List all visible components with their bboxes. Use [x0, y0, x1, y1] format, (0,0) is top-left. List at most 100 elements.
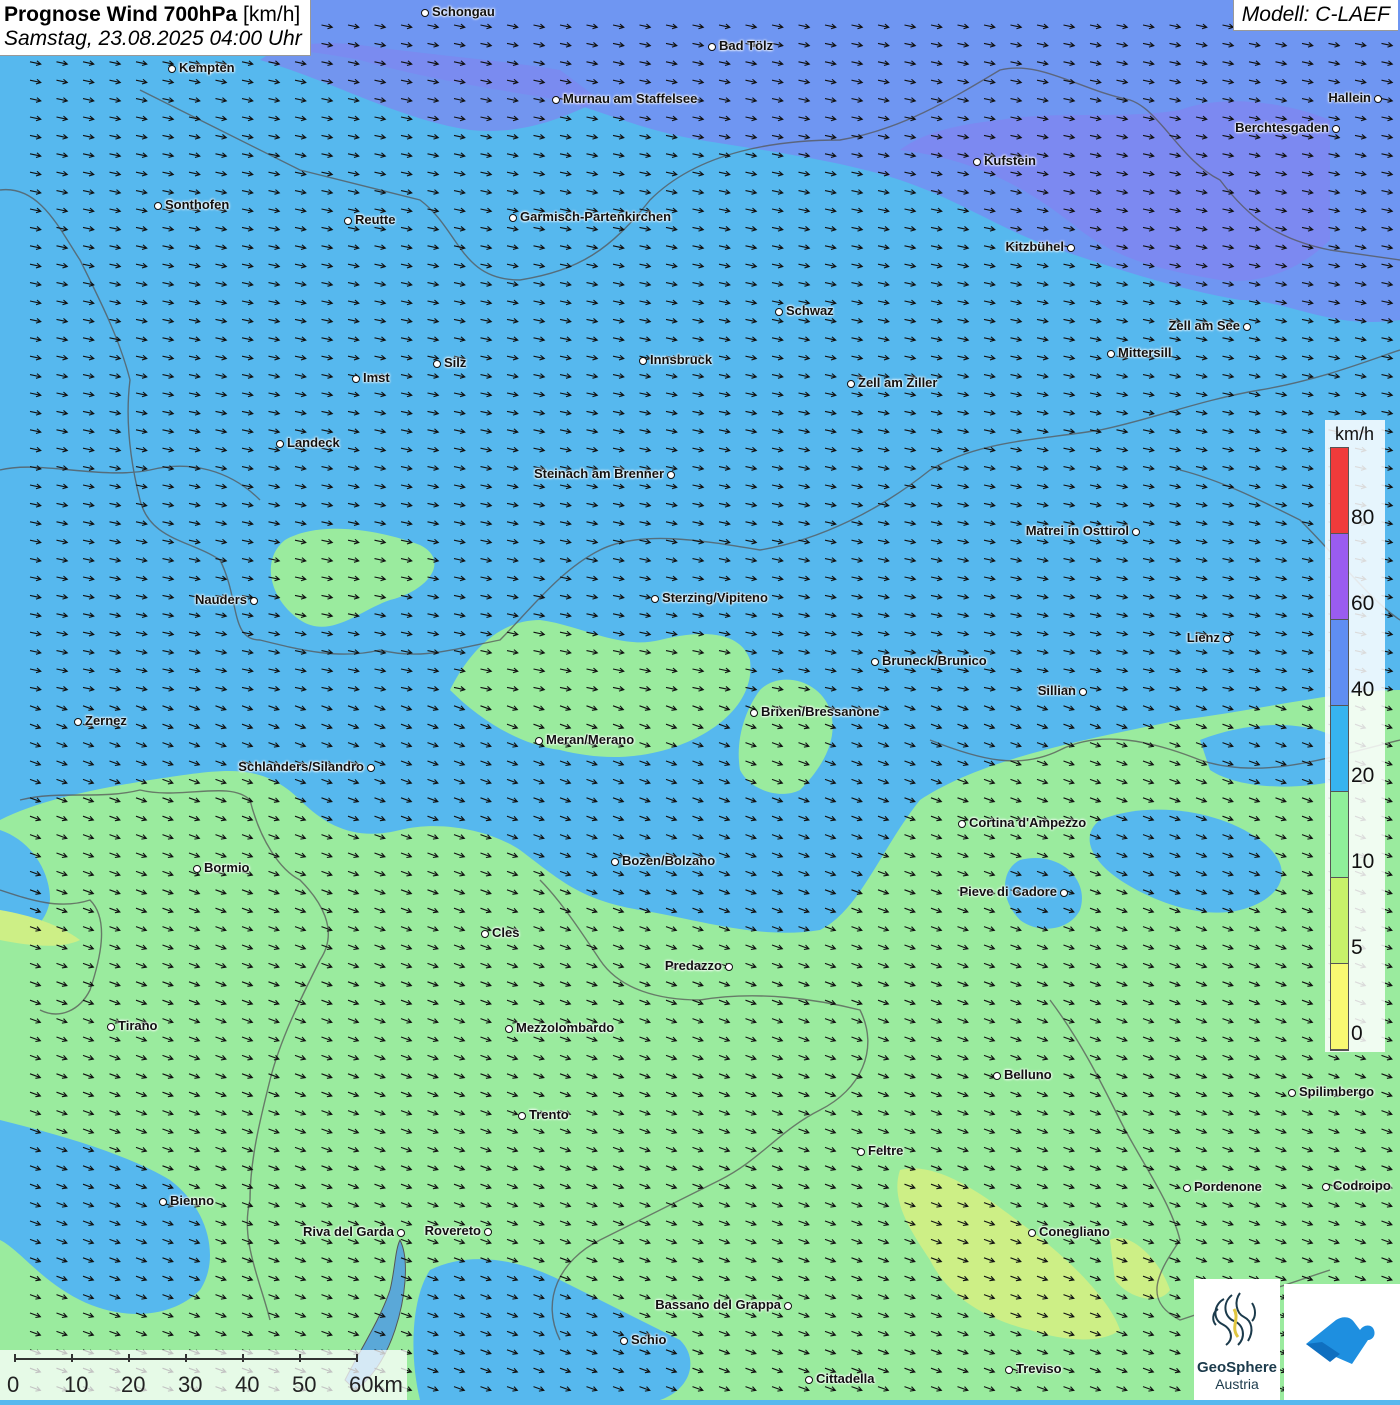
city-label: Kufstein: [984, 153, 1036, 168]
map-title: Prognose Wind 700hPa [km/h]: [4, 3, 301, 26]
city-marker: [168, 65, 176, 73]
city-label: Tirano: [118, 1018, 158, 1033]
scale-label: 40: [235, 1372, 260, 1397]
city-marker: [1183, 1184, 1191, 1192]
city-label: Riva del Garda: [302, 1224, 394, 1239]
city-marker: [421, 9, 429, 17]
city-marker: [433, 360, 441, 368]
scale-tick: [128, 1354, 130, 1362]
city-label: Steinach am Brenner: [533, 466, 664, 481]
city-marker: [276, 440, 284, 448]
city-label: Hallein: [1328, 90, 1371, 105]
city-marker: [74, 718, 82, 726]
city-marker: [750, 709, 758, 717]
legend-tick-label: 10: [1351, 850, 1375, 873]
city-label: Bad Tölz: [719, 38, 774, 53]
city-marker: [552, 96, 560, 104]
legend-segment: [1331, 620, 1348, 706]
city-label: Bozen/Bolzano: [622, 853, 716, 868]
city-label: Belluno: [1004, 1067, 1052, 1082]
city-marker: [484, 1228, 492, 1236]
scale-label: 50: [292, 1372, 317, 1397]
city-marker: [1223, 635, 1231, 643]
app-logo-icon: [1306, 1317, 1375, 1364]
city-label: Imst: [363, 370, 390, 385]
city-label: Murnau am Staffelsee: [563, 91, 698, 106]
city-marker: [1079, 688, 1087, 696]
city-marker: [159, 1198, 167, 1206]
logo-name-line1: GeoSphere: [1196, 1359, 1278, 1376]
city-label: Bormio: [204, 860, 250, 875]
map-title-box: Prognose Wind 700hPa [km/h] Samstag, 23.…: [0, 0, 311, 56]
city-label: Treviso: [1016, 1361, 1062, 1376]
city-label: Brixen/Bressanone: [761, 704, 880, 719]
city-label: Kitzbühel: [1005, 239, 1065, 254]
scale-label: 60km: [349, 1372, 403, 1397]
city-marker: [481, 930, 489, 938]
city-marker: [1028, 1229, 1036, 1237]
city-label: Berchtesgaden: [1235, 120, 1329, 135]
city-marker: [352, 375, 360, 383]
city-marker: [367, 764, 375, 772]
city-label: Pieve di Cadore: [959, 884, 1057, 899]
city-marker: [535, 737, 543, 745]
city-marker: [857, 1148, 865, 1156]
city-label: Nauders: [194, 592, 247, 607]
city-label: Conegliano: [1039, 1224, 1110, 1239]
city-label: Zell am See: [1168, 318, 1240, 333]
city-marker: [1067, 244, 1075, 252]
city-label: Sillian: [1037, 683, 1076, 698]
color-legend: km/h 80 60 40 20 10 5 0: [1325, 420, 1385, 1052]
city-label: Schwaz: [786, 303, 834, 318]
legend-segment: [1331, 964, 1348, 1050]
city-marker: [973, 158, 981, 166]
scale-label: 20: [121, 1372, 146, 1397]
scale-tick: [71, 1354, 73, 1362]
city-marker: [509, 214, 517, 222]
city-marker: [725, 963, 733, 971]
city-label: Schongau: [432, 4, 495, 19]
legend-tick-label: 80: [1351, 506, 1375, 529]
scale-tick: [14, 1354, 16, 1362]
city-marker: [1060, 889, 1068, 897]
scale-label: 30: [178, 1372, 203, 1397]
city-label: Pordenone: [1194, 1179, 1262, 1194]
city-marker: [993, 1072, 1001, 1080]
scale-bar: 0 10 20 30 40 50 60km: [0, 1350, 407, 1400]
city-label: Bassano del Grappa: [655, 1297, 781, 1312]
city-marker: [193, 865, 201, 873]
scale-tick: [185, 1354, 187, 1362]
legend-segment: [1331, 792, 1348, 878]
app-logo: [1284, 1284, 1400, 1400]
city-marker: [651, 595, 659, 603]
city-label: Lienz: [1186, 630, 1220, 645]
city-marker: [1288, 1089, 1296, 1097]
model-label: Modell: C-LAEF: [1232, 0, 1398, 31]
legend-segment: [1331, 706, 1348, 792]
city-label: Kempten: [179, 60, 235, 75]
city-label: Innsbruck: [650, 352, 713, 367]
city-label: Reutte: [355, 212, 396, 227]
city-marker: [1243, 323, 1251, 331]
city-label: Matrei in Osttirol: [1025, 523, 1129, 538]
scale-label: 10: [64, 1372, 89, 1397]
city-label: Spilimbergo: [1299, 1084, 1375, 1099]
city-label: Silz: [444, 355, 467, 370]
city-label: Bienno: [170, 1193, 215, 1208]
city-label: Zernez: [85, 713, 127, 728]
legend-unit: km/h: [1335, 424, 1375, 444]
city-label: Bruneck/Brunico: [882, 653, 987, 668]
city-marker: [1374, 95, 1382, 103]
city-label: Codroipo: [1333, 1178, 1391, 1193]
city-label: Meran/Merano: [546, 732, 635, 747]
city-label: Mittersill: [1118, 345, 1172, 360]
city-label: Sterzing/Vipiteno: [662, 590, 768, 605]
city-marker: [397, 1229, 405, 1237]
city-label: Sonthofen: [165, 197, 230, 212]
city-label: Predazzo: [664, 958, 722, 973]
city-label: Cortina d'Ampezzo: [969, 815, 1087, 830]
city-marker: [250, 597, 258, 605]
city-label: Cittadella: [816, 1371, 875, 1386]
city-label: Schlanders/Silandro: [238, 759, 364, 774]
legend-color-bar: [1330, 447, 1349, 1051]
